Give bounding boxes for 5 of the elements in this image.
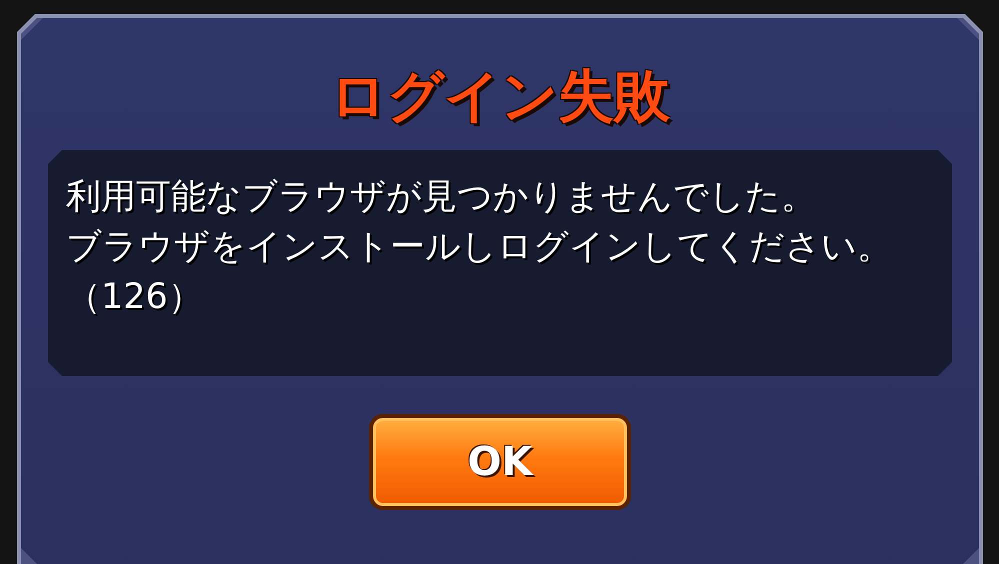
message-line: （126）	[66, 276, 204, 319]
ok-button[interactable]: OK	[369, 414, 631, 510]
message-line: ブラウザをインストールしログインしてください。	[66, 226, 893, 269]
message-line: 利用可能なブラウザが見つかりませんでした。	[66, 176, 817, 219]
dialog-title: ログイン失敗	[330, 63, 670, 131]
